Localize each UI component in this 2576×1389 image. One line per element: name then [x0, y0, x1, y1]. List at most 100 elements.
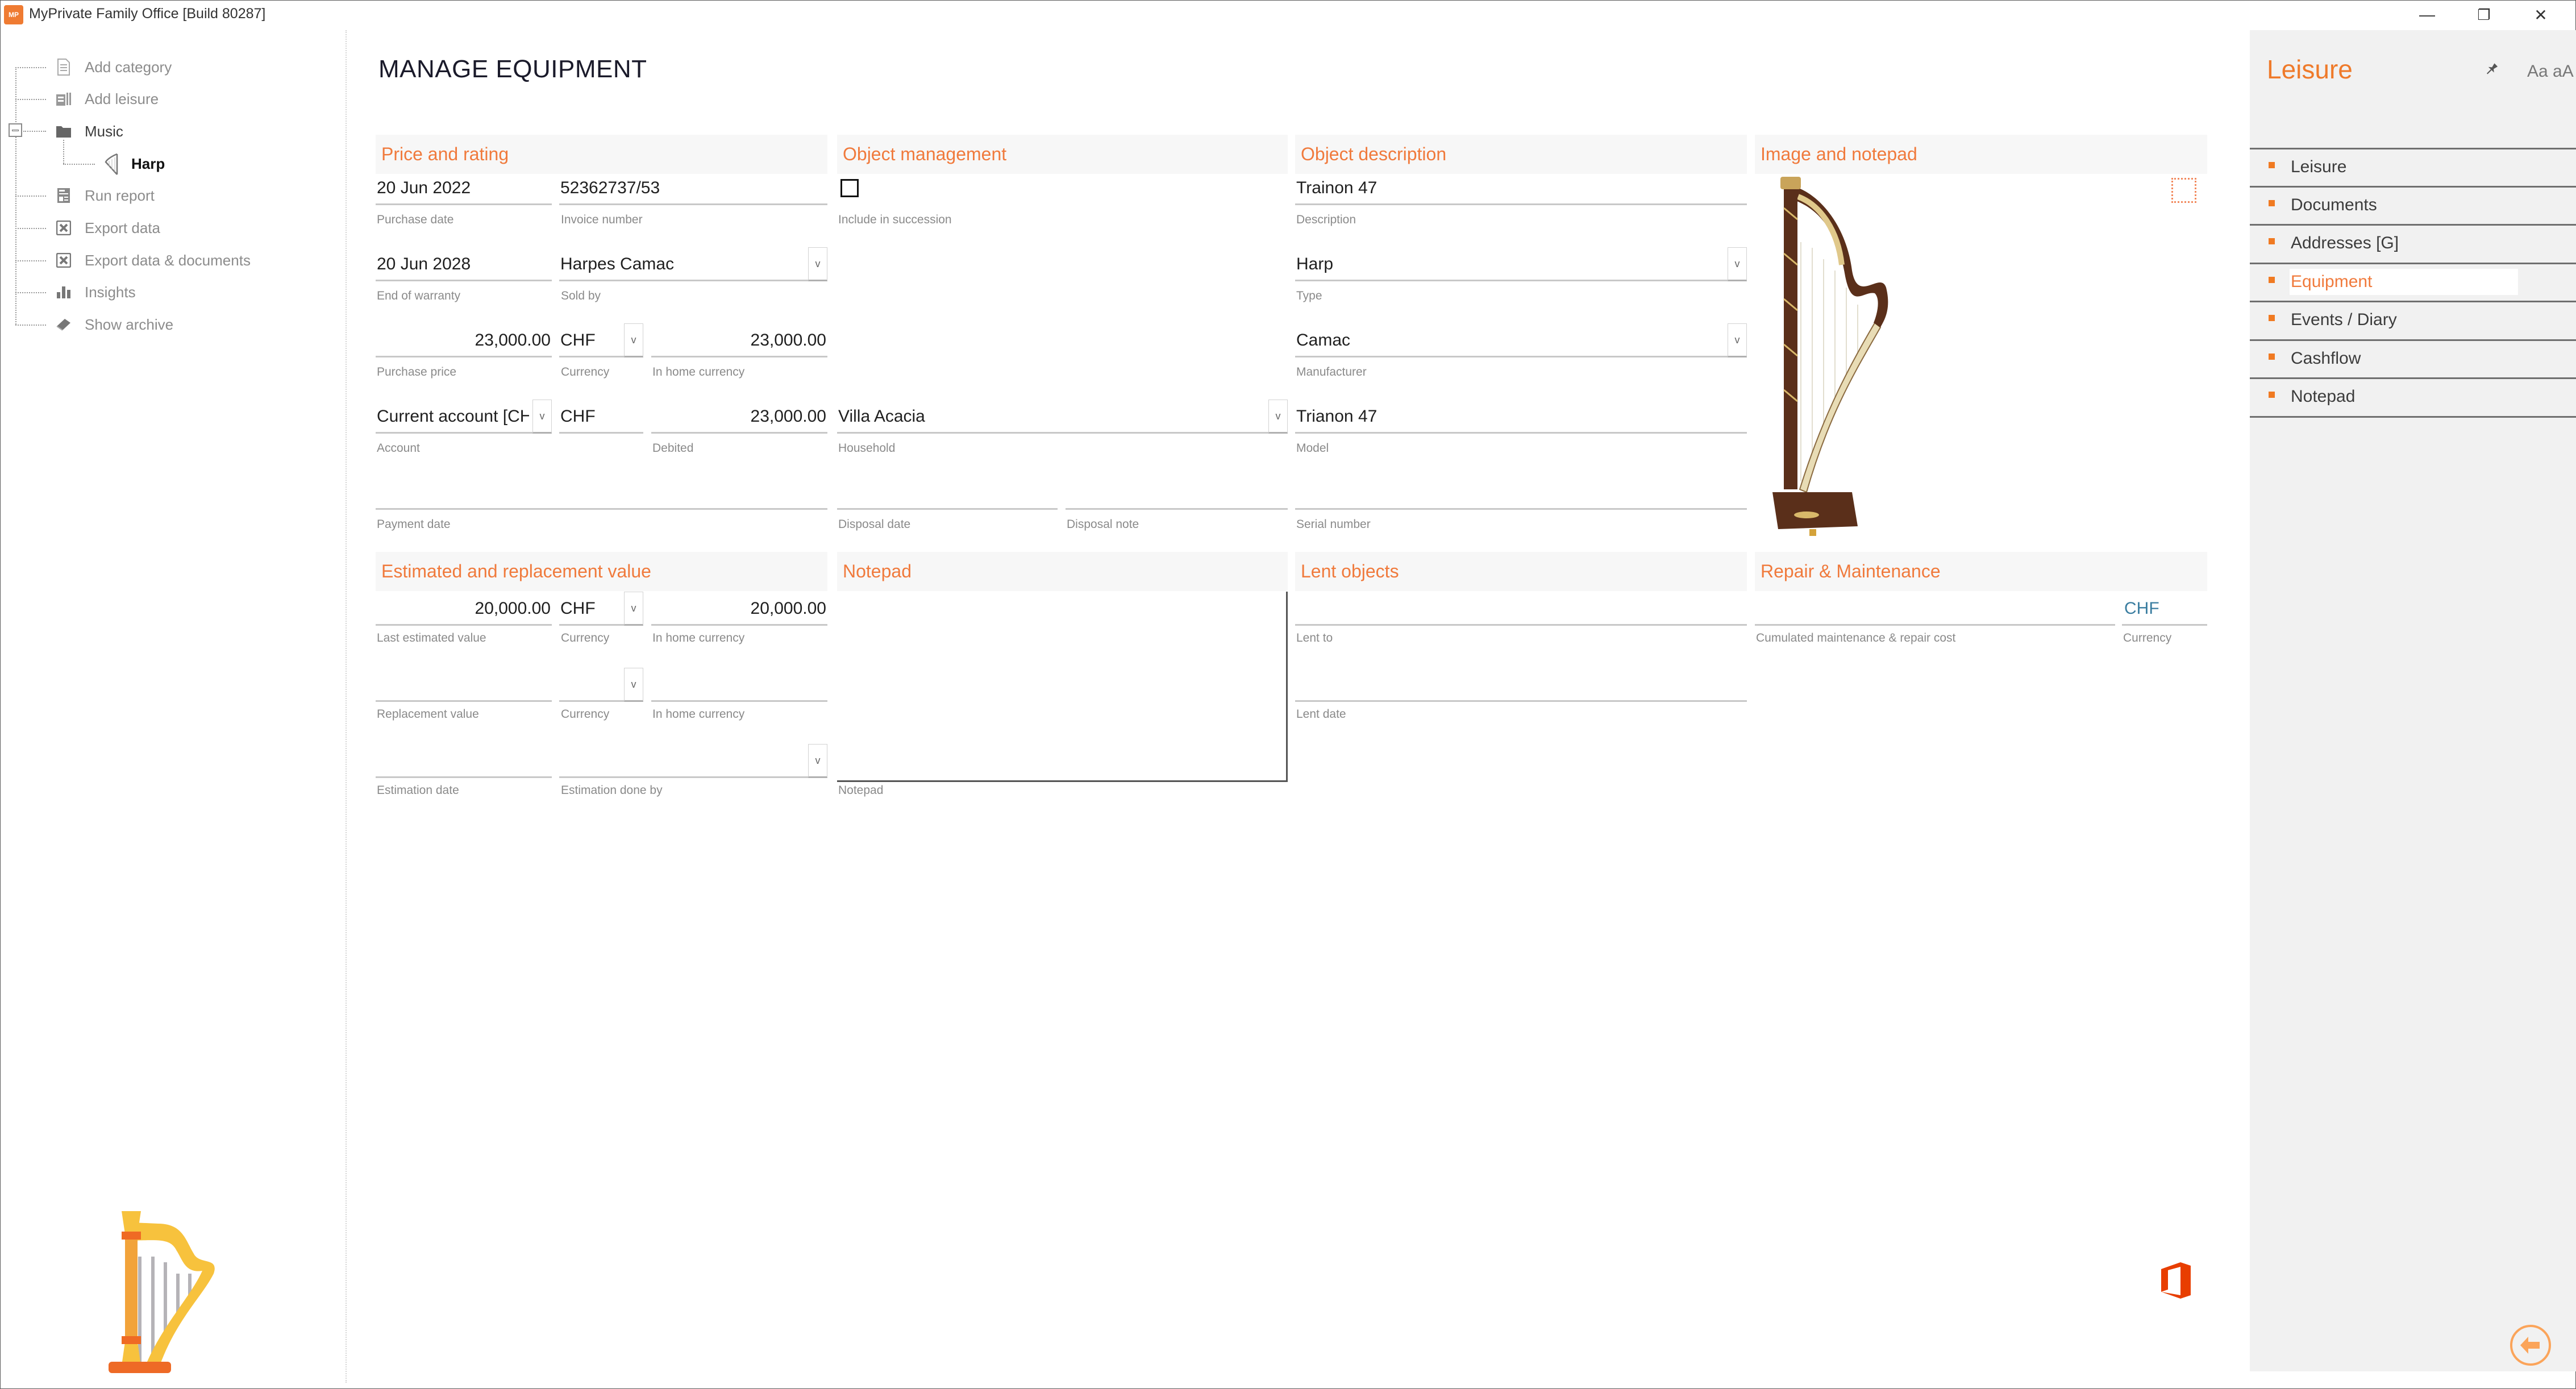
chevron-down-icon[interactable]: v: [624, 668, 643, 702]
tree-item-add-category[interactable]: Add category: [85, 59, 172, 76]
field-label: In home currency: [652, 365, 745, 379]
field-value: 52362737/53: [560, 178, 660, 197]
bullet-icon: [2269, 354, 2275, 360]
field-label: Currency: [2123, 631, 2172, 644]
field-value: Harp: [1296, 255, 1334, 273]
purchase-date-field[interactable]: 20 Jun 2022: [376, 170, 552, 205]
tree-connector: [23, 131, 46, 132]
end-of-warranty-field[interactable]: 20 Jun 2028: [376, 246, 552, 281]
collapse-toggle[interactable]: [9, 123, 22, 137]
equipment-photo[interactable]: [1767, 174, 1909, 538]
field-label: Disposal date: [838, 518, 911, 531]
field-label: Lent date: [1296, 708, 1346, 721]
field-label: Purchase price: [377, 365, 457, 379]
disposal-date-field[interactable]: [837, 475, 1058, 510]
lent-date-field[interactable]: [1295, 667, 1747, 702]
office-logo-icon[interactable]: [2160, 1261, 2192, 1300]
debited-field[interactable]: 23,000.00: [651, 398, 827, 434]
tree-item-export-data[interactable]: Export data: [85, 219, 160, 237]
page-title: MANAGE EQUIPMENT: [378, 55, 647, 83]
currency-dropdown[interactable]: CHF v: [559, 322, 643, 357]
panel-divider[interactable]: [346, 30, 347, 1383]
field-value: 23,000.00: [475, 331, 551, 350]
sold-by-dropdown[interactable]: Harpes Camac v: [559, 246, 827, 281]
back-button[interactable]: [2510, 1325, 2551, 1366]
replacement-currency-dropdown[interactable]: v: [559, 667, 643, 702]
notepad-textarea[interactable]: [837, 592, 1288, 782]
tree-item-harp[interactable]: Harp: [131, 155, 165, 173]
field-value: Trianon 47: [1296, 407, 1378, 426]
cumulated-cost-field[interactable]: [1755, 590, 2115, 626]
tree-item-run-report[interactable]: Run report: [85, 187, 155, 205]
restore-button[interactable]: ❐: [2467, 3, 2501, 27]
close-button[interactable]: ✕: [2524, 3, 2558, 27]
chevron-down-icon[interactable]: v: [624, 592, 643, 626]
replacement-value-field[interactable]: [376, 667, 552, 702]
panel-item-documents[interactable]: Documents: [2250, 188, 2576, 224]
chevron-down-icon[interactable]: v: [624, 323, 643, 357]
field-label: Currency: [561, 631, 610, 644]
font-size-toggle[interactable]: Aa aA: [2527, 62, 2574, 81]
bullet-icon: [2269, 162, 2275, 168]
tree-connector: [15, 196, 46, 197]
pin-icon[interactable]: [2478, 59, 2502, 83]
tree-item-insights[interactable]: Insights: [85, 284, 136, 301]
purchase-price-field[interactable]: 23,000.00: [376, 322, 552, 357]
section-lent-objects: Lent objects: [1295, 552, 1747, 591]
manufacturer-dropdown[interactable]: Camac v: [1295, 322, 1747, 357]
chevron-down-icon[interactable]: v: [1728, 323, 1747, 357]
disposal-note-field[interactable]: [1066, 475, 1288, 510]
panel-item-notepad[interactable]: Notepad: [2250, 379, 2576, 415]
field-value: 23,000.00: [750, 407, 826, 426]
household-dropdown[interactable]: Villa Acacia v: [837, 398, 1288, 434]
tree-item-export-data-documents[interactable]: Export data & documents: [85, 252, 251, 269]
tree-item-show-archive[interactable]: Show archive: [85, 316, 173, 334]
panel-item-leisure[interactable]: Leisure: [2250, 149, 2576, 186]
section-title: Notepad: [843, 561, 912, 581]
panel-item-label: Cashflow: [2291, 349, 2361, 368]
type-dropdown[interactable]: Harp v: [1295, 246, 1747, 281]
model-field[interactable]: Trianon 47: [1295, 398, 1747, 434]
tree-item-music[interactable]: Music: [85, 123, 123, 140]
replacement-home-currency-field[interactable]: [651, 667, 827, 702]
estimation-done-by-dropdown[interactable]: v: [559, 743, 827, 778]
include-in-succession-checkbox[interactable]: [840, 179, 859, 197]
field-value: CHF: [560, 599, 596, 618]
last-estimated-value-field[interactable]: 20,000.00: [376, 590, 552, 626]
chevron-down-icon[interactable]: v: [1728, 247, 1747, 281]
chevron-down-icon[interactable]: v: [1268, 400, 1288, 434]
lent-to-field[interactable]: [1295, 590, 1747, 626]
panel-item-addresses[interactable]: Addresses [G]: [2250, 226, 2576, 262]
tree-item-add-leisure[interactable]: Add leisure: [85, 90, 159, 108]
chevron-down-icon[interactable]: v: [808, 247, 827, 281]
field-label: Description: [1296, 213, 1356, 226]
field-value: CHF: [560, 407, 596, 426]
minimize-button[interactable]: —: [2410, 3, 2444, 27]
field-value: 23,000.00: [750, 331, 826, 350]
account-dropdown[interactable]: Current account [CH v: [376, 398, 552, 434]
estimate-home-currency-field[interactable]: 20,000.00: [651, 590, 827, 626]
panel-item-cashflow[interactable]: Cashflow: [2250, 341, 2576, 377]
panel-item-events-diary[interactable]: Events / Diary: [2250, 302, 2576, 339]
navigation-tree: [1, 29, 346, 1388]
chevron-down-icon[interactable]: v: [532, 400, 552, 434]
field-label: Payment date: [377, 518, 451, 531]
panel-item-label: Addresses [G]: [2291, 234, 2399, 252]
description-field[interactable]: Trainon 47: [1295, 170, 1747, 205]
panel-item-equipment[interactable]: Equipment: [2250, 264, 2576, 301]
serial-number-field[interactable]: [1295, 475, 1747, 510]
account-currency-field: CHF: [559, 398, 643, 434]
tree-connector: [15, 228, 46, 229]
payment-date-field[interactable]: [376, 475, 827, 510]
report-icon: [55, 187, 72, 204]
add-image-button[interactable]: [2171, 178, 2196, 203]
bar-chart-icon: [55, 284, 72, 301]
estimate-currency-dropdown[interactable]: CHF v: [559, 590, 643, 626]
estimation-date-field[interactable]: [376, 743, 552, 778]
chevron-down-icon[interactable]: v: [808, 744, 827, 778]
harp-category-icon: [109, 1211, 215, 1373]
in-home-currency-field[interactable]: 23,000.00: [651, 322, 827, 357]
section-notepad: Notepad: [837, 552, 1288, 591]
divider: [2250, 416, 2576, 418]
invoice-number-field[interactable]: 52362737/53: [559, 170, 827, 205]
